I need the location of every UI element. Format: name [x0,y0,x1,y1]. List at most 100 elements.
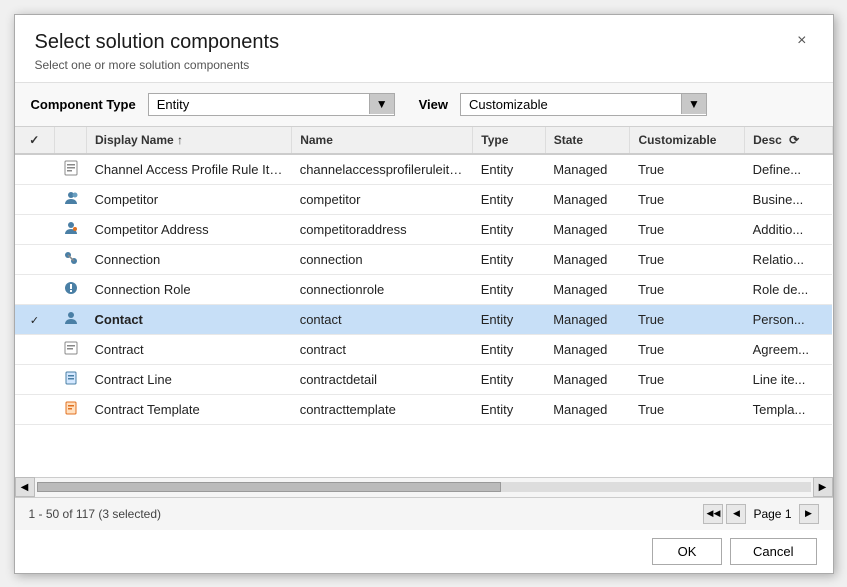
component-type-dropdown-icon[interactable]: ▼ [369,94,394,114]
row-name: competitor [292,184,473,214]
row-customizable: True [630,184,745,214]
row-desc: Additio... [745,214,832,244]
row-check[interactable] [15,394,55,424]
dialog-toolbar: Component Type Entity ▼ View Customizabl… [15,83,833,127]
row-check[interactable]: ✓ [15,304,55,334]
row-name: contracttemplate [292,394,473,424]
refresh-icon[interactable]: ⟳ [789,133,799,147]
row-state: Managed [545,214,630,244]
row-customizable: True [630,334,745,364]
row-type: Entity [473,334,545,364]
row-type: Entity [473,184,545,214]
col-name[interactable]: Name [292,127,473,154]
scroll-track [37,482,811,492]
row-check[interactable] [15,154,55,185]
row-customizable: True [630,304,745,334]
col-desc[interactable]: Desc ⟳ [745,127,832,154]
col-type[interactable]: Type [473,127,545,154]
table-body: Channel Access Profile Rule Itemchannela… [15,154,833,425]
row-name: connectionrole [292,274,473,304]
row-display_name: Contract Template [87,394,292,424]
table-row[interactable]: Connection RoleconnectionroleEntityManag… [15,274,833,304]
dialog-title: Select solution components [35,31,280,54]
col-display-name[interactable]: Display Name ↑ [87,127,292,154]
title-section: Select solution components Select one or… [35,31,280,72]
row-display_name: Competitor Address [87,214,292,244]
component-type-label: Component Type [31,97,136,112]
row-state: Managed [545,304,630,334]
row-check[interactable] [15,274,55,304]
row-type: Entity [473,304,545,334]
row-type: Entity [473,154,545,185]
scroll-right-button[interactable]: ▶ [813,477,833,497]
close-button[interactable]: × [791,31,812,51]
row-entity-icon [55,244,87,274]
view-label: View [419,97,448,112]
cancel-button[interactable]: Cancel [730,538,816,565]
row-display_name: Connection [87,244,292,274]
row-check[interactable] [15,244,55,274]
row-name: contact [292,304,473,334]
row-state: Managed [545,274,630,304]
component-type-select[interactable]: Entity ▼ [148,93,395,116]
row-entity-icon [55,334,87,364]
scroll-thumb[interactable] [37,482,501,492]
row-display_name: Contract [87,334,292,364]
data-table: ✓ Display Name ↑ Name Type State Customi… [15,127,833,425]
bottom-section: 1 - 50 of 117 (3 selected) ◀◀ ◀ Page 1 ▶… [15,497,833,573]
view-select[interactable]: Customizable ▼ [460,93,707,116]
row-state: Managed [545,244,630,274]
view-value: Customizable [461,94,681,115]
footer-info: 1 - 50 of 117 (3 selected) [29,507,162,521]
dialog-subtitle: Select one or more solution components [35,58,280,72]
col-state[interactable]: State [545,127,630,154]
row-display_name: Contact [87,304,292,334]
table-row[interactable]: Channel Access Profile Rule Itemchannela… [15,154,833,185]
row-entity-icon [55,364,87,394]
table-row[interactable]: ContractcontractEntityManagedTrueAgreem.… [15,334,833,364]
footer-row: 1 - 50 of 117 (3 selected) ◀◀ ◀ Page 1 ▶ [15,498,833,530]
row-state: Managed [545,364,630,394]
row-check[interactable] [15,364,55,394]
row-entity-icon [55,394,87,424]
row-customizable: True [630,274,745,304]
col-check: ✓ [15,127,55,154]
row-desc: Define... [745,154,832,185]
table-row[interactable]: ✓ContactcontactEntityManagedTruePerson..… [15,304,833,334]
row-check[interactable] [15,334,55,364]
pagination-controls: ◀◀ ◀ Page 1 ▶ [703,504,818,524]
dialog-header: Select solution components Select one or… [15,15,833,83]
table-row[interactable]: ConnectionconnectionEntityManagedTrueRel… [15,244,833,274]
row-name: channelaccessprofileruleite... [292,154,473,185]
row-entity-icon [55,214,87,244]
table-row[interactable]: Competitor AddresscompetitoraddressEntit… [15,214,833,244]
row-name: contract [292,334,473,364]
view-dropdown-icon[interactable]: ▼ [681,94,706,114]
next-page-button[interactable]: ▶ [799,504,819,524]
scroll-left-button[interactable]: ◀ [15,477,35,497]
row-state: Managed [545,394,630,424]
table-row[interactable]: CompetitorcompetitorEntityManagedTrueBus… [15,184,833,214]
table-row[interactable]: Contract TemplatecontracttemplateEntityM… [15,394,833,424]
check-icon: ✓ [30,315,39,327]
table-container: ✓ Display Name ↑ Name Type State Customi… [15,127,833,477]
col-customizable[interactable]: Customizable [630,127,745,154]
row-desc: Busine... [745,184,832,214]
table-row[interactable]: Contract LinecontractdetailEntityManaged… [15,364,833,394]
first-page-button[interactable]: ◀◀ [703,504,723,524]
row-customizable: True [630,154,745,185]
row-desc: Role de... [745,274,832,304]
select-solution-components-dialog: Select solution components Select one or… [14,14,834,574]
prev-page-button[interactable]: ◀ [726,504,746,524]
row-name: competitoraddress [292,214,473,244]
row-display_name: Competitor [87,184,292,214]
row-name: contractdetail [292,364,473,394]
row-check[interactable] [15,184,55,214]
row-state: Managed [545,334,630,364]
row-display_name: Channel Access Profile Rule Item [87,154,292,185]
row-check[interactable] [15,214,55,244]
ok-button[interactable]: OK [652,538,722,565]
row-type: Entity [473,394,545,424]
horizontal-scrollbar: ◀ ▶ [15,477,833,497]
row-entity-icon [55,304,87,334]
